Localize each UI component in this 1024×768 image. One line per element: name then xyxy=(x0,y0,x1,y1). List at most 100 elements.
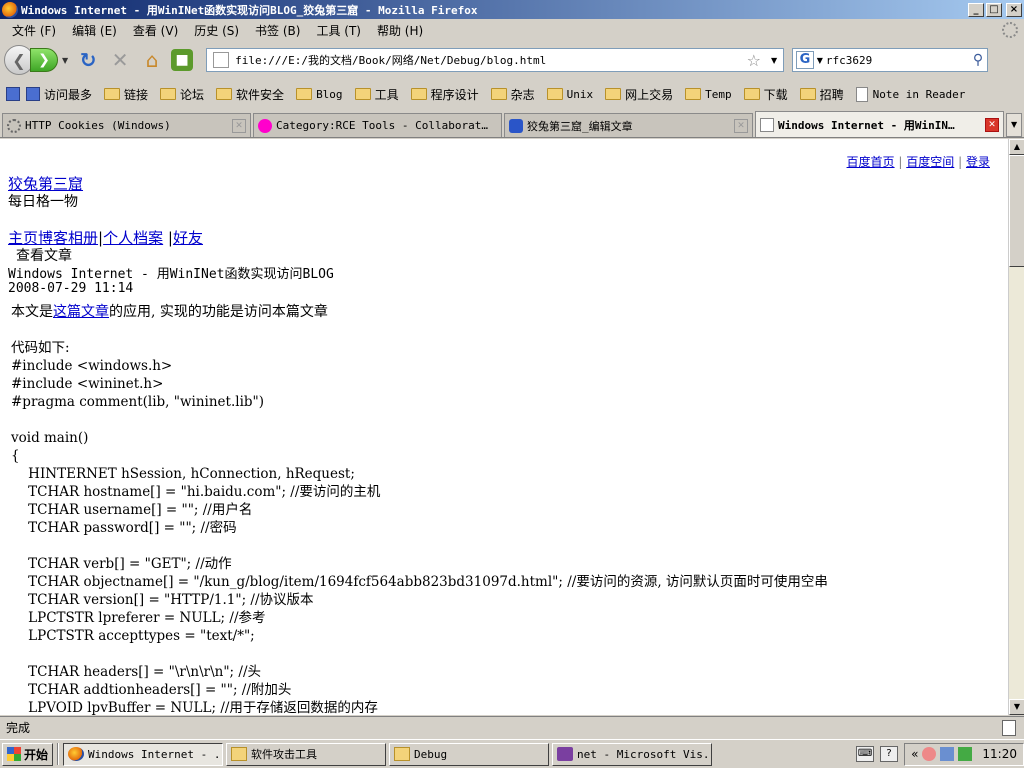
tab-rce-tools[interactable]: Category:RCE Tools - Collaborat… xyxy=(253,113,503,137)
menu-file[interactable]: 文件 (F) xyxy=(4,22,64,39)
bookmark-unix[interactable]: Unix xyxy=(546,88,593,101)
login-link[interactable]: 登录 xyxy=(966,155,990,169)
bookmarks-manager-icon[interactable] xyxy=(6,87,20,101)
menu-edit[interactable]: 编辑 (E) xyxy=(64,22,125,39)
menu-view[interactable]: 查看 (V) xyxy=(125,22,186,39)
nav-profile-link[interactable]: 个人档案 xyxy=(103,229,163,247)
status-bar: 完成 xyxy=(0,716,1024,738)
menu-tools[interactable]: 工具 (T) xyxy=(308,22,369,39)
bookmark-most-visited[interactable]: 访问最多 xyxy=(26,86,92,103)
bookmark-tools[interactable]: 工具 xyxy=(354,86,399,103)
tab-edit-article[interactable]: 狡兔第三窟_编辑文章 ✕ xyxy=(504,113,754,137)
scroll-thumb[interactable] xyxy=(1009,155,1024,267)
start-button[interactable]: 开始 xyxy=(2,742,54,766)
help-icon[interactable]: ? xyxy=(880,746,899,762)
engine-dropdown-icon[interactable]: ▼ xyxy=(817,56,823,65)
reload-icon[interactable]: ↻ xyxy=(75,47,101,73)
tab-http-cookies[interactable]: HTTP Cookies (Windows) ✕ xyxy=(2,113,252,137)
page-content: 百度首页 | 百度空间 | 登录 狡兔第三窟 每日格一物 主页博客相册|个人档案… xyxy=(0,139,1008,715)
code-block: 代码如下: #include <windows.h> #include <win… xyxy=(11,340,828,715)
bookmark-online-trading[interactable]: 网上交易 xyxy=(605,86,673,103)
system-tray: « 11:20 xyxy=(904,742,1024,766)
baidu-space-link[interactable]: 百度空间 xyxy=(906,155,954,169)
tab-close-icon[interactable]: ✕ xyxy=(232,118,247,133)
bookmark-programming[interactable]: 程序设计 xyxy=(410,86,479,103)
tab-windows-internet[interactable]: Windows Internet - 用WinIN… ✕ xyxy=(755,111,1005,137)
window-titlebar[interactable]: Windows Internet - 用WinINet函数实现访问BLOG_狡兔… xyxy=(0,0,1024,19)
tray-expand-icon[interactable]: « xyxy=(911,747,918,761)
restore-button[interactable]: □ xyxy=(986,2,1002,17)
vertical-scrollbar[interactable]: ▲ ▼ xyxy=(1008,139,1024,715)
view-article-label: 查看文章 xyxy=(16,248,72,264)
task-software-attack-tools[interactable]: 软件攻击工具 xyxy=(226,742,387,766)
stop-icon[interactable]: ✕ xyxy=(107,47,133,73)
url-bar[interactable]: ☆ ▼ xyxy=(206,48,785,72)
minimize-button[interactable]: _ xyxy=(968,2,984,17)
page-info-icon[interactable] xyxy=(1002,719,1016,736)
page-icon xyxy=(213,52,230,68)
close-button[interactable]: × xyxy=(1006,2,1022,17)
search-icon[interactable]: ⚲ xyxy=(973,52,983,68)
wiki-icon xyxy=(258,118,273,133)
bookmark-magazines[interactable]: 杂志 xyxy=(490,86,535,103)
tab-close-icon[interactable]: ✕ xyxy=(734,118,749,133)
bookmark-note-in-reader[interactable]: Note in Reader xyxy=(855,86,965,102)
url-input[interactable] xyxy=(235,53,747,67)
scroll-up-icon[interactable]: ▲ xyxy=(1009,139,1024,155)
bookmark-jobs[interactable]: 招聘 xyxy=(799,86,844,103)
firefox-icon xyxy=(68,747,85,761)
task-debug-folder[interactable]: Debug xyxy=(389,742,550,766)
top-links: 百度首页 | 百度空间 | 登录 xyxy=(846,155,990,169)
bookmarks-toolbar: 访问最多 链接 论坛 软件安全 Blog 工具 程序设计 杂志 Unix 网上交… xyxy=(0,81,1024,107)
windows-logo-icon xyxy=(7,747,21,761)
navigation-toolbar: ❮ ❯ ▼ ↻ ✕ ⌂ ■ ☆ ▼ G ▼ ⚲ xyxy=(0,41,1024,79)
bookmark-star-icon[interactable]: ☆ xyxy=(747,51,761,70)
baidu-home-link[interactable]: 百度首页 xyxy=(847,155,895,169)
network-icon[interactable] xyxy=(940,747,955,761)
menu-bookmarks[interactable]: 书签 (B) xyxy=(247,22,308,39)
window-title: Windows Internet - 用WinINet函数实现访问BLOG_狡兔… xyxy=(21,3,478,17)
home-icon[interactable]: ⌂ xyxy=(139,47,165,73)
tab-list-dropdown-icon[interactable]: ▼ xyxy=(1006,113,1022,137)
tab-close-icon[interactable]: ✕ xyxy=(985,117,1000,132)
task-visual-studio[interactable]: net - Microsoft Vis... xyxy=(552,742,713,766)
google-icon[interactable]: G xyxy=(796,51,814,69)
visual-studio-icon xyxy=(557,747,574,761)
bookmark-links[interactable]: 链接 xyxy=(104,86,148,103)
tab-bar: HTTP Cookies (Windows) ✕ Category:RCE To… xyxy=(0,110,1024,138)
article-intro: 本文是这篇文章的应用, 实现的功能是访问本篇文章 xyxy=(11,304,328,320)
bookmark-software-security[interactable]: 软件安全 xyxy=(216,86,284,103)
loading-icon xyxy=(7,118,21,133)
tray-app-icon[interactable] xyxy=(922,747,937,761)
url-dropdown-icon[interactable]: ▼ xyxy=(771,56,777,65)
bookmark-downloads[interactable]: 下载 xyxy=(743,86,788,103)
nav-album-link[interactable]: 相册 xyxy=(68,229,98,247)
baidu-icon xyxy=(509,118,524,133)
blog-subtitle: 每日格一物 xyxy=(8,194,78,210)
bookmark-temp[interactable]: Temp xyxy=(685,88,732,101)
folder-icon xyxy=(231,747,248,761)
menu-history[interactable]: 历史 (S) xyxy=(186,22,247,39)
bookmark-blog[interactable]: Blog xyxy=(296,88,343,101)
this-article-link[interactable]: 这篇文章 xyxy=(53,304,109,320)
bookmark-forums[interactable]: 论坛 xyxy=(160,86,204,103)
folder-icon xyxy=(394,747,411,761)
search-bar[interactable]: G ▼ ⚲ xyxy=(792,48,989,72)
task-firefox[interactable]: Windows Internet - ... xyxy=(63,742,224,766)
security-icon[interactable] xyxy=(958,747,973,761)
menu-bar: 文件 (F) 编辑 (E) 查看 (V) 历史 (S) 书签 (B) 工具 (T… xyxy=(0,19,1024,41)
keyboard-icon[interactable]: ⌨ xyxy=(856,746,875,762)
menu-help[interactable]: 帮助 (H) xyxy=(369,22,431,39)
clock: 11:20 xyxy=(982,747,1017,761)
status-text: 完成 xyxy=(6,721,31,735)
history-dropdown-icon[interactable]: ▼ xyxy=(62,56,68,65)
article-title: Windows Internet - 用WinINet函数实现访问BLOG xyxy=(8,267,334,282)
scroll-down-icon[interactable]: ▼ xyxy=(1009,699,1024,715)
search-input[interactable] xyxy=(825,53,973,67)
page-icon xyxy=(760,117,775,132)
nav-friends-link[interactable]: 好友 xyxy=(173,229,203,247)
firefox-icon xyxy=(2,1,18,18)
forward-button[interactable]: ❯ xyxy=(30,48,58,72)
evernote-icon[interactable]: ■ xyxy=(171,49,194,71)
taskbar: 开始 Windows Internet - ... 软件攻击工具 Debug n… xyxy=(0,739,1024,768)
